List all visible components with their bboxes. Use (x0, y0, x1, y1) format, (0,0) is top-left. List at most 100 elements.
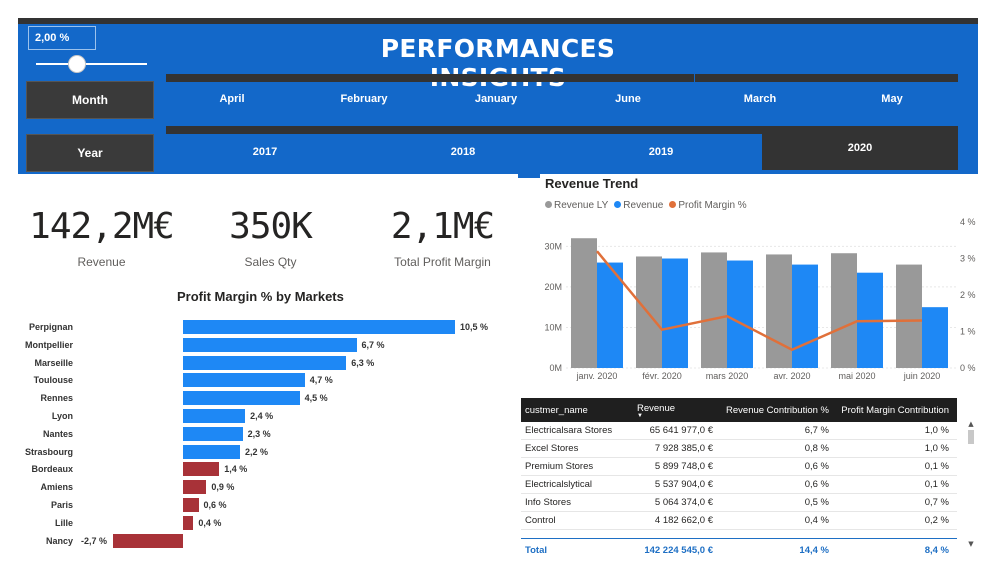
header-revenue-label: Revenue (637, 402, 676, 414)
market-value: 6,3 % (351, 357, 375, 368)
market-label: Rennes (40, 393, 73, 404)
month-slicer-strip (166, 74, 958, 82)
year-option[interactable]: 2020 (762, 126, 958, 170)
revenue-bar[interactable] (922, 307, 948, 368)
table-cell: 0,7 % (924, 497, 949, 508)
year-button[interactable]: Year (26, 134, 154, 172)
month-option[interactable]: June (562, 82, 694, 116)
market-bar[interactable] (183, 391, 300, 406)
legend-profit-margin: Profit Margin % (669, 200, 747, 211)
year-option[interactable]: 2019 (562, 134, 760, 170)
header-revenue-contribution[interactable]: Revenue Contribution % (713, 405, 829, 416)
revenue-ly-bar[interactable] (896, 264, 922, 368)
header-customer[interactable]: custmer_name (521, 405, 629, 416)
margin-slicer-value[interactable]: 2,00 % (28, 26, 96, 50)
month-option[interactable]: May (826, 82, 958, 116)
y2-tick-label: 0 % (960, 363, 976, 373)
table-cell: Electricalsara Stores (525, 425, 613, 436)
margin-slider-track[interactable] (36, 63, 147, 65)
table-cell: Electricalslytical (525, 479, 593, 490)
market-bar[interactable] (183, 462, 220, 477)
header-revenue[interactable]: Revenue ▼ (629, 402, 713, 419)
market-bar[interactable] (183, 373, 305, 388)
year-slicer-strip (166, 126, 762, 134)
market-label: Montpellier (24, 339, 73, 350)
market-bar[interactable] (183, 515, 194, 530)
market-bar[interactable] (183, 498, 199, 512)
table-cell: Info Stores (525, 497, 571, 508)
table-cell: 5 537 904,0 € (654, 479, 713, 490)
market-label: Nancy (45, 535, 73, 546)
table-cell: Premium Stores (525, 461, 594, 472)
legend-revenue: Revenue (614, 200, 663, 211)
table-cell: 0,4 % (804, 515, 829, 526)
year-option[interactable]: 2018 (364, 134, 562, 170)
revenue-ly-bar[interactable] (571, 238, 597, 368)
y-tick-label: 10M (544, 322, 562, 332)
market-value: 2,3 % (247, 428, 271, 439)
table-cell: 6,7 % (804, 425, 829, 436)
table-row[interactable]: Electricalsara Stores 65 641 977,0 € 6,7 %… (521, 422, 957, 440)
table-row[interactable]: Info Stores 5 064 374,0 € 0,5 % 0,7 % (521, 494, 957, 512)
margin-slider-handle[interactable] (68, 55, 86, 73)
revenue-ly-bar[interactable] (831, 253, 857, 368)
customer-table: custmer_name Revenue ▼ Revenue Contributi… (521, 398, 957, 562)
market-value: 4,7 % (309, 375, 333, 386)
year-option[interactable]: 2017 (166, 134, 364, 170)
table-cell: 4 182 662,0 € (654, 515, 713, 526)
market-value: 2,4 % (250, 411, 274, 421)
market-bar[interactable] (183, 355, 347, 370)
table-cell: 1,0 % (924, 425, 949, 436)
total-revenue-contribution: 14,4 % (799, 545, 829, 556)
market-bar[interactable] (183, 337, 357, 352)
revenue-bar[interactable] (857, 272, 883, 368)
revenue-ly-bar[interactable] (701, 252, 727, 368)
revenue-ly-bar[interactable] (766, 254, 792, 368)
market-bar[interactable] (183, 426, 243, 441)
kpi-label: Revenue (77, 255, 126, 269)
header-profit-contribution[interactable]: Profit Margin Contribution (829, 405, 953, 416)
market-bar[interactable] (183, 444, 240, 459)
scroll-up-icon[interactable]: ▲ (966, 420, 976, 428)
revenue-bar[interactable] (662, 258, 688, 369)
table-cell: 0,1 % (924, 479, 949, 490)
legend-revenue-ly: Revenue LY (545, 200, 608, 211)
month-option[interactable]: February (298, 82, 430, 116)
market-value: -2,7 % (81, 535, 108, 546)
y2-tick-label: 1 % (960, 327, 976, 337)
revenue-bar[interactable] (727, 260, 753, 368)
market-bar[interactable] (183, 320, 455, 334)
month-option[interactable]: January (430, 82, 562, 116)
table-row[interactable]: Premium Stores 5 899 748,0 € 0,6 % 0,1 % (521, 458, 957, 476)
month-option[interactable]: April (166, 82, 298, 116)
profit-margin-line[interactable] (596, 250, 923, 352)
scroll-down-icon[interactable]: ▼ (966, 540, 976, 548)
revenue-ly-bar[interactable] (636, 256, 662, 368)
market-label: Toulouse (33, 375, 73, 386)
market-bar[interactable] (183, 480, 207, 495)
table-cell: 0,1 % (924, 461, 949, 472)
y2-tick-label: 2 % (960, 290, 976, 300)
table-row[interactable]: Electricalslytical 5 537 904,0 € 0,6 % 0,1 … (521, 476, 957, 494)
header-tail (518, 174, 540, 178)
revenue-bar[interactable] (597, 262, 623, 368)
market-label: Strasbourg (24, 446, 73, 457)
table-cell: 7 928 385,0 € (654, 443, 713, 454)
scroll-thumb[interactable] (968, 430, 974, 444)
legend-label: Revenue (623, 200, 664, 211)
month-button[interactable]: Month (26, 81, 154, 119)
month-option[interactable]: March (694, 82, 826, 116)
market-value: 0,6 % (203, 500, 227, 510)
revenue-bar[interactable] (792, 264, 818, 368)
markets-chart-title: Profit Margin % by Markets (177, 289, 344, 304)
market-label: Lille (54, 517, 73, 528)
market-bar[interactable] (113, 533, 183, 548)
table-row[interactable]: Excel Stores 7 928 385,0 € 0,8 % 1,0 % (521, 440, 957, 458)
table-cell: 0,2 % (924, 515, 949, 526)
table-scrollbar[interactable]: ▲ ▼ (966, 420, 976, 548)
market-bar[interactable] (183, 409, 246, 423)
table-row[interactable]: Control 4 182 662,0 € 0,4 % 0,2 % (521, 512, 957, 530)
x-tick-label: avr. 2020 (773, 371, 810, 381)
market-value: 10,5 % (460, 322, 489, 332)
table-body: Electricalsara Stores 65 641 977,0 € 6,7 %… (521, 422, 957, 530)
